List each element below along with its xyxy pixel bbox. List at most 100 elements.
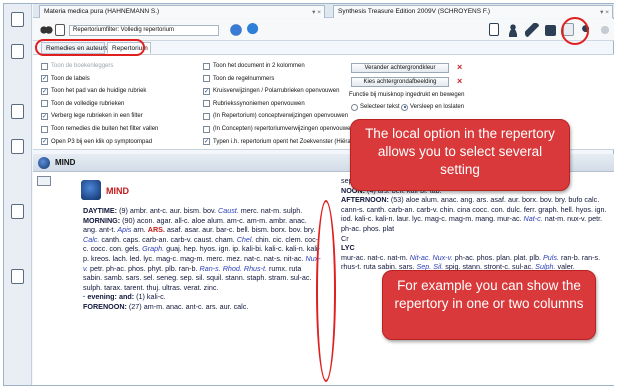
remedy-text: Caust. — [218, 206, 239, 215]
close-icon[interactable]: ▾ × — [600, 8, 609, 16]
checkbox[interactable]: ✓ — [41, 138, 48, 146]
globe-icon[interactable] — [229, 23, 243, 37]
document-icon[interactable] — [11, 139, 24, 154]
rubric-name: FORENOON: — [83, 301, 127, 311]
option-checkbox-row[interactable]: Rubriekssynoniemen openvouwen — [203, 99, 305, 109]
callout-columns: For example you can show the repertory i… — [382, 270, 596, 340]
option-checkbox-row[interactable]: Toon de regelnummers — [203, 74, 274, 84]
choose-background-image-button[interactable]: Kies achtergrondafbeelding — [351, 77, 449, 87]
head-icon — [81, 180, 101, 200]
checkbox[interactable] — [41, 125, 48, 133]
binoculars-icon[interactable] — [39, 23, 53, 37]
radio-label: Selecteer tekst — [360, 104, 400, 110]
rubric-paragraph[interactable]: Cr — [341, 234, 609, 244]
checkbox[interactable] — [203, 125, 210, 133]
drag-drop-radio[interactable]: Versleep en loslaten — [401, 102, 464, 112]
rubric-paragraph[interactable]: LYC — [341, 243, 609, 253]
gear-icon[interactable] — [598, 23, 612, 37]
close-icon[interactable]: ▾ × — [312, 8, 321, 16]
option-checkbox-row[interactable]: Toon het document in 2 kolommen — [203, 61, 305, 71]
checkbox[interactable] — [203, 112, 210, 120]
document-icon[interactable] — [11, 269, 24, 284]
checkbox[interactable]: ✓ — [203, 138, 210, 146]
tab-synthesis[interactable]: Synthesis Treasure Edition 2009V (SCHROY… — [333, 5, 613, 18]
document-icon[interactable] — [11, 204, 24, 219]
section-title: MIND — [55, 158, 76, 167]
option-checkbox-row[interactable]: (In Concepten) repertoriumverwijzingen o… — [203, 124, 354, 134]
reset-icon[interactable]: × — [457, 76, 462, 86]
book-icon — [37, 176, 51, 186]
checkbox[interactable]: ✓ — [41, 87, 48, 95]
callout-options: The local option in the repertory allows… — [350, 119, 570, 191]
reset-icon[interactable]: × — [457, 62, 462, 72]
option-label: Toon het document in 2 kolommen — [213, 63, 305, 69]
remedy-text: arn. — [131, 225, 148, 235]
option-checkbox-row[interactable]: ✓ Kruisverwijzingen / Polarrubrieken open… — [203, 86, 339, 96]
document-icon[interactable] — [11, 44, 24, 59]
remedy-text: (9) ambr. ant-c. aur. bism. bov. — [117, 206, 219, 215]
option-checkbox-row[interactable]: ✓ Verberg lege rubrieken in een filter — [41, 111, 143, 121]
toolbar: Repertoriumfilter: Volledig repertorium — [33, 19, 614, 41]
remedy-text: Ran-s. Rhod. Rhus-t. — [199, 263, 268, 273]
document-icon[interactable] — [11, 104, 24, 119]
option-label: (In Repertorium) conceptverwijzingen ope… — [213, 113, 349, 120]
checkbox[interactable]: ✓ — [41, 112, 48, 120]
rubric-paragraph[interactable]: · evening: and: (1) kali-c. — [83, 292, 321, 302]
page-icon[interactable] — [489, 23, 499, 36]
option-label: Toon het pad van de huidige rubriek — [51, 88, 147, 95]
tag-icon[interactable] — [525, 23, 539, 37]
option-label: (In Concepten) repertoriumverwijzingen o… — [213, 126, 354, 132]
repertory-filter-select[interactable]: Repertoriumfilter: Volledig repertorium — [69, 25, 219, 36]
option-checkbox-row[interactable]: Toon remedies die buiten het filter vall… — [41, 124, 158, 134]
remedy-text: Graph. — [142, 244, 165, 254]
checkbox[interactable] — [41, 62, 48, 70]
checkbox[interactable]: ✓ — [203, 87, 210, 95]
person-icon[interactable] — [506, 23, 520, 37]
rubric-paragraph[interactable]: AFTERNOON: (53) aloe alum. anac. ang. ar… — [341, 195, 609, 233]
remedy-text: Apis — [117, 225, 132, 235]
radio-button[interactable] — [401, 103, 408, 111]
option-label: Toon de boekenleggers — [51, 63, 114, 69]
change-background-color-button[interactable]: Verander achtergrondkleur — [351, 63, 449, 73]
option-label: Toon de regelnummers — [213, 75, 275, 82]
checkbox[interactable] — [203, 75, 210, 83]
head-icon — [38, 157, 50, 169]
select-text-radio[interactable]: Selecteer tekst — [351, 102, 400, 112]
tab-label: Synthesis Treasure Edition 2009V (SCHROY… — [338, 8, 491, 15]
option-checkbox-row[interactable]: ✓ Toon het pad van de huidige rubriek — [41, 86, 146, 96]
remedy-text: ph-ac. phos. plan. plat. plb. — [452, 252, 544, 262]
remedy-text: Chel. — [236, 234, 254, 244]
rubric-name: MORNING: — [83, 215, 121, 225]
left-sidebar — [4, 4, 32, 385]
document-icon[interactable] — [11, 12, 24, 27]
option-checkbox-row[interactable]: ✓ Toon de labels — [41, 74, 90, 84]
tab-materia-medica[interactable]: Materia medica pura (HAHNEMANN S.) ▾ × — [39, 5, 325, 18]
checkbox[interactable]: ✓ — [41, 75, 48, 83]
checkbox[interactable] — [41, 100, 48, 108]
option-label: Kruisverwijzingen / Polarrubrieken openv… — [213, 88, 340, 95]
remedy-text: Puls. — [543, 252, 559, 262]
remedy-text: mur-ac. nat-c. nat-m. — [341, 252, 410, 262]
book-icon[interactable] — [55, 24, 65, 36]
remedy-text: Cr — [341, 233, 349, 243]
rubric-paragraph[interactable]: DAYTIME: (9) ambr. ant-c. aur. bism. bov… — [83, 206, 321, 216]
option-checkbox-row[interactable]: Toon de boekenleggers — [41, 61, 113, 71]
checkbox[interactable] — [203, 100, 210, 108]
application-window: Materia medica pura (HAHNEMANN S.) ▾ × S… — [3, 3, 614, 386]
option-label: Toon de labels — [51, 75, 90, 82]
rubric-paragraph[interactable]: MORNING: (90) acon. agar. all-c. aloe al… — [83, 216, 321, 293]
remedy-text: (1) kali-c. — [134, 292, 166, 302]
rubric-paragraph[interactable]: FORENOON: (27) am-m. anac. ant-c. ars. a… — [83, 302, 321, 312]
arrow-icon[interactable] — [247, 23, 261, 37]
option-checkbox-row[interactable]: (In Repertorium) conceptverwijzingen ope… — [203, 111, 348, 121]
option-checkbox-row[interactable]: ✓ Open P3 bij een klik op symptoompad — [41, 137, 152, 147]
rubric-name: · evening: and: — [83, 292, 135, 302]
grid-icon[interactable] — [545, 25, 556, 36]
highlight-oval-divider — [316, 200, 336, 382]
remedy-text: (27) am-m. anac. ant-c. ars. aur. calc. — [126, 301, 249, 311]
checkbox[interactable] — [203, 62, 210, 70]
option-checkbox-row[interactable]: Toon de volledige rubrieken — [41, 99, 124, 109]
remedy-text: merc. nat-m. sulph. — [238, 206, 303, 215]
remedy-text: Nat-c. — [523, 214, 543, 224]
radio-button[interactable] — [351, 103, 358, 111]
